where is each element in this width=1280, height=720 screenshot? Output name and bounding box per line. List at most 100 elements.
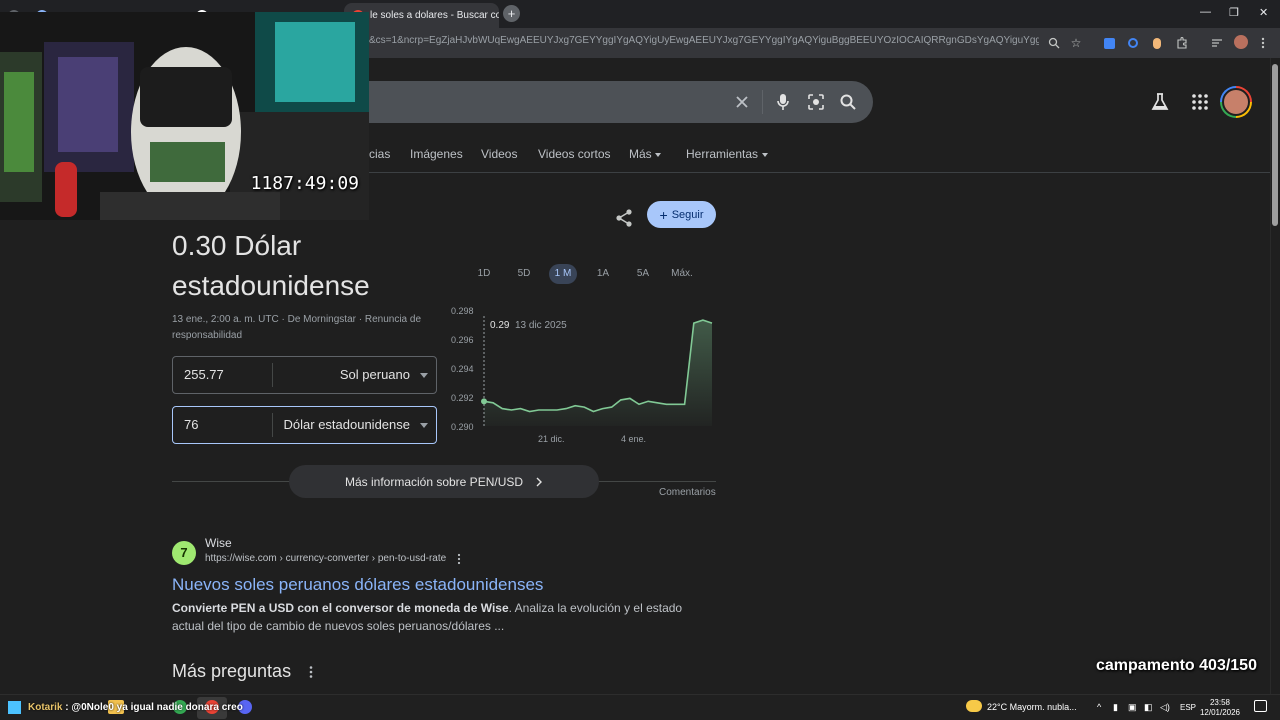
weather-text[interactable]: 22°C Mayorm. nubla... xyxy=(987,702,1077,712)
range-1m[interactable]: 1 M xyxy=(549,264,577,284)
range-1d[interactable]: 1D xyxy=(470,264,498,284)
result-snippet: Convierte PEN a USD con el conversor de … xyxy=(172,599,712,635)
campamento-counter: campamento 403/150 xyxy=(1096,657,1257,674)
range-1y[interactable]: 1A xyxy=(589,264,617,284)
y-tick: 0.296 xyxy=(451,335,474,345)
dropdown-caret-icon xyxy=(420,423,428,428)
system-clock[interactable]: 23:58 12/01/2026 xyxy=(1198,698,1242,718)
more-info-label: Más información sobre PEN/USD xyxy=(344,474,524,489)
tab-title: le soles a dolares - Buscar con xyxy=(370,10,499,21)
address-bar[interactable]: &cs=1&ncrp=EgZjaHJvbWUqEwgAEEUYJxg7GEYYg… xyxy=(369,35,1039,46)
extension-icon[interactable] xyxy=(1125,35,1141,51)
google-apps-icon[interactable] xyxy=(1190,92,1210,112)
result-title-link[interactable]: Nuevos soles peruanos dólares estadounid… xyxy=(172,575,543,595)
tray-overflow-icon[interactable]: ^ xyxy=(1097,702,1101,712)
kebab-menu-icon[interactable] xyxy=(1255,35,1271,51)
field-divider xyxy=(272,413,273,437)
x-tick: 21 dic. xyxy=(538,434,565,444)
new-tab-button[interactable]: + xyxy=(503,5,520,22)
chevron-down-icon xyxy=(762,153,768,157)
network-icon[interactable]: ◧ xyxy=(1144,702,1153,713)
conversion-result: 0.30 Dólar estadounidense xyxy=(172,230,370,301)
source-note: 13 ene., 2:00 a. m. UTC · De Morningstar… xyxy=(172,314,422,341)
x-tick: 4 ene. xyxy=(621,434,646,444)
result-url[interactable]: https://wise.com › currency-converter › … xyxy=(205,553,446,564)
to-currency-field[interactable]: 76 Dólar estadounidense xyxy=(172,406,437,444)
from-amount-input[interactable]: 255.77 xyxy=(184,367,224,382)
from-currency-select[interactable]: Sol peruano xyxy=(340,367,410,382)
to-currency-select[interactable]: Dólar estadounidense xyxy=(284,417,410,432)
webcam-overlay: 1187:49:09 xyxy=(0,12,369,220)
tools-button[interactable]: Herramientas xyxy=(686,147,758,161)
feedback-link[interactable]: Comentarios xyxy=(659,487,716,498)
zoom-icon[interactable] xyxy=(1046,35,1062,51)
chart-start-point xyxy=(481,398,487,405)
more-options-icon[interactable] xyxy=(306,665,316,679)
tooltip-value: 0.29 xyxy=(490,320,510,331)
y-tick: 0.298 xyxy=(451,306,474,316)
lens-search-icon[interactable] xyxy=(806,92,826,112)
notifications-icon[interactable] xyxy=(1254,700,1267,712)
snippet-highlight: Convierte PEN a USD con el conversor de … xyxy=(172,601,509,615)
close-window-button[interactable]: ✕ xyxy=(1259,6,1268,19)
y-tick: 0.290 xyxy=(451,422,474,432)
from-currency-field[interactable]: 255.77 Sol peruano xyxy=(172,356,437,394)
search-icon[interactable] xyxy=(838,92,858,112)
tab-news[interactable]: cias xyxy=(369,147,390,161)
weather-icon xyxy=(966,700,982,712)
language-indicator[interactable]: ESP xyxy=(1180,703,1196,712)
labs-flask-icon[interactable] xyxy=(1150,92,1170,112)
tab-images[interactable]: Imágenes xyxy=(410,147,463,161)
extensions-puzzle-icon[interactable] xyxy=(1174,35,1190,51)
clock-date: 12/01/2026 xyxy=(1199,708,1241,717)
volume-icon[interactable]: ◁) xyxy=(1160,702,1170,713)
google-account-avatar[interactable] xyxy=(1220,86,1252,118)
tray-app-icon[interactable]: ▮ xyxy=(1113,702,1118,713)
tab-videos[interactable]: Videos xyxy=(481,147,517,161)
browser-profile-avatar[interactable] xyxy=(1234,35,1248,49)
chat-text: : @0Nole0 ya igual nadie donara creo xyxy=(62,702,243,713)
y-tick: 0.292 xyxy=(451,393,474,403)
taskbar: Kotarik : @0Nole0 ya igual nadie donara … xyxy=(0,694,1280,720)
share-icon[interactable] xyxy=(614,208,634,228)
plus-icon: + xyxy=(659,206,668,223)
bookmark-star-icon[interactable]: ☆ xyxy=(1068,35,1084,51)
scrollbar-thumb[interactable] xyxy=(1272,64,1278,226)
y-axis-ticks: 0.298 0.296 0.294 0.292 0.290 xyxy=(451,306,474,432)
windows-start-icon[interactable] xyxy=(8,701,21,714)
chevron-down-icon xyxy=(655,153,661,157)
result-site-name[interactable]: Wise xyxy=(205,536,232,550)
chart-line xyxy=(483,319,713,413)
extension-icon[interactable] xyxy=(1149,35,1165,51)
chevron-right-icon xyxy=(536,477,543,486)
tooltip-date: 13 dic 2025 xyxy=(515,320,567,331)
more-options-icon[interactable] xyxy=(454,553,464,565)
search-divider xyxy=(762,90,763,114)
exchange-rate-chart[interactable]: 0.298 0.296 0.294 0.292 0.290 0.29 13 di… xyxy=(448,300,718,450)
follow-label: Seguir xyxy=(671,208,704,221)
translate-icon[interactable] xyxy=(1101,35,1117,51)
minimize-button[interactable]: — xyxy=(1200,6,1211,18)
tab-more[interactable]: Más xyxy=(629,147,652,161)
voice-search-icon[interactable] xyxy=(773,92,793,112)
people-also-ask-heading: Más preguntas xyxy=(172,661,292,681)
media-queue-icon[interactable] xyxy=(1209,35,1225,51)
avatar xyxy=(1222,88,1250,116)
range-max[interactable]: Máx. xyxy=(668,264,696,284)
wise-logo-icon: 7 xyxy=(172,541,196,565)
chart-range-tabs: 1D 5D 1 M 1A 5A Máx. xyxy=(470,264,700,284)
clear-search-icon[interactable] xyxy=(732,92,752,112)
to-amount-input[interactable]: 76 xyxy=(184,417,198,432)
stream-chat-message: Kotarik : @0Nole0 ya igual nadie donara … xyxy=(28,702,243,713)
restore-button[interactable]: ❐ xyxy=(1229,6,1239,19)
chat-username: Kotarik xyxy=(28,702,63,713)
tab-short-videos[interactable]: Videos cortos xyxy=(538,147,611,161)
follow-button[interactable]: + Seguir xyxy=(647,201,716,228)
tray-app-icon[interactable]: ▣ xyxy=(1128,702,1137,713)
stream-timer: 1187:49:09 xyxy=(250,173,359,194)
search-box[interactable] xyxy=(300,81,873,123)
range-5y[interactable]: 5A xyxy=(629,264,657,284)
range-5d[interactable]: 5D xyxy=(510,264,538,284)
y-tick: 0.294 xyxy=(451,364,474,374)
more-info-button[interactable]: Más información sobre PEN/USD xyxy=(289,465,599,498)
